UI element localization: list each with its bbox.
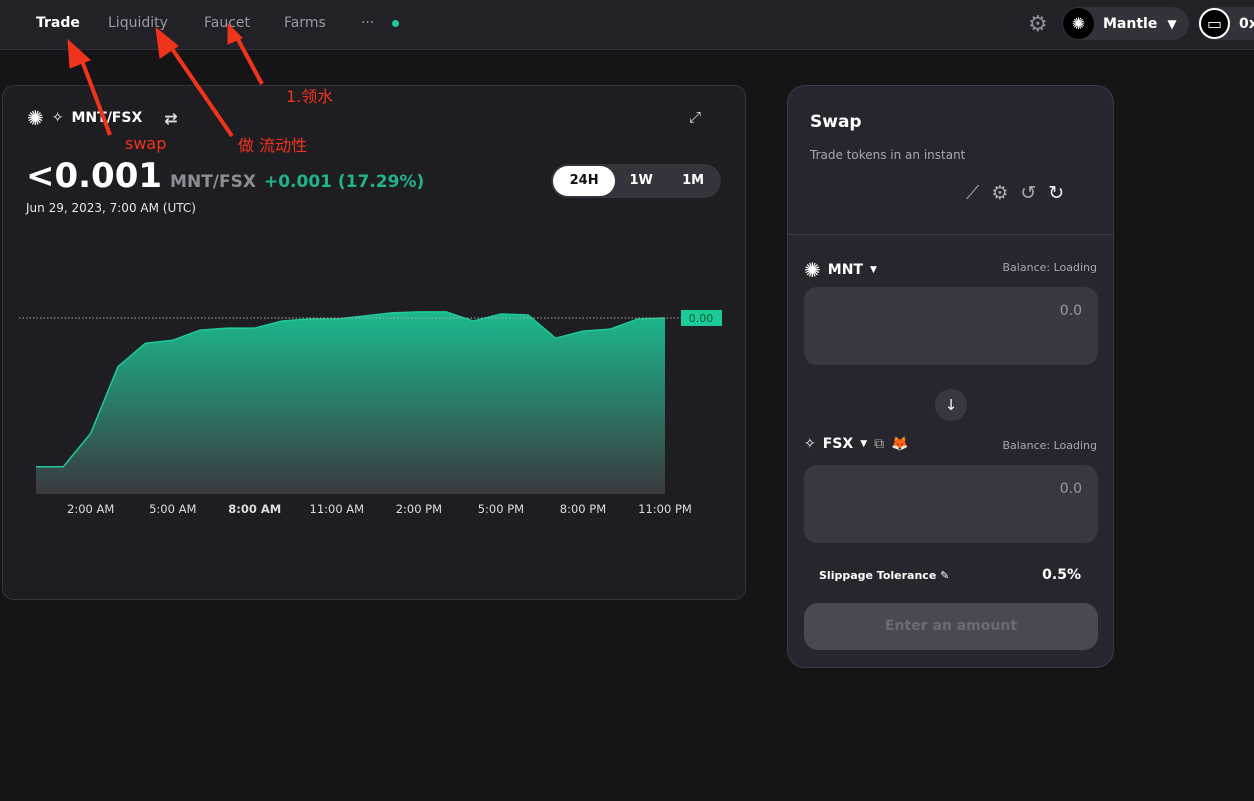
top-nav: Trade Liquidity Faucet Farms ··· ⚙ ✺ Man…: [0, 0, 1254, 50]
slippage-text: Slippage Tolerance: [819, 569, 937, 582]
current-price-label: 0.00: [689, 312, 714, 325]
to-amount-input[interactable]: 0.0: [804, 465, 1098, 543]
slippage-label: Slippage Tolerance ✎: [819, 569, 949, 582]
slippage-value: 0.5%: [1042, 567, 1081, 583]
copy-icon[interactable]: ⧉: [874, 436, 884, 452]
from-amount-input[interactable]: 0.0: [804, 287, 1098, 365]
from-token: MNT: [827, 262, 863, 278]
enter-amount-button[interactable]: Enter an amount: [804, 603, 1098, 650]
nav-farms[interactable]: Farms: [284, 15, 326, 31]
x-tick-label: 8:00 AM: [228, 502, 281, 516]
x-tick-label: 11:00 AM: [310, 502, 365, 516]
nav-liquidity[interactable]: Liquidity: [108, 15, 168, 31]
mantle-logo-icon: ✺: [1063, 8, 1094, 39]
annotation-swap: swap: [125, 134, 167, 153]
divider: [788, 234, 1113, 235]
x-tick-label: 11:00 PM: [638, 502, 692, 516]
settings-icon[interactable]: ⚙: [991, 182, 1008, 204]
x-tick-label: 5:00 PM: [478, 502, 524, 516]
to-token: FSX: [822, 436, 854, 452]
nav-faucet[interactable]: Faucet: [204, 15, 250, 31]
chart-card: ✺ ✧ MNT/FSX ⇄ ⤢ <0.001 MNT/FSX +0.001 (1…: [2, 85, 746, 600]
from-token-selector[interactable]: ✺ MNT ▼: [804, 258, 877, 282]
price-area: [36, 311, 665, 494]
to-token-selector[interactable]: ✧ FSX ▼ ⧉ 🦊: [804, 436, 909, 452]
swap-title: Swap: [810, 112, 862, 132]
switch-direction-button[interactable]: ↓: [935, 389, 967, 421]
x-tick-label: 2:00 AM: [67, 502, 114, 516]
edit-icon[interactable]: ✎: [940, 569, 949, 582]
network-name: Mantle: [1103, 15, 1158, 32]
nav-trade[interactable]: Trade: [36, 15, 80, 31]
to-balance: Balance: Loading: [1002, 439, 1097, 452]
refresh-icon[interactable]: ↻: [1048, 182, 1064, 204]
fsx-logo-icon: ✧: [804, 436, 816, 452]
price-chart: 0.00 2:00 AM 5:00 AM 8:00 AM 11:00 AM 2:00 PM…: [19, 309, 722, 516]
wallet-button[interactable]: ▭ 0x: [1198, 7, 1254, 40]
chevron-down-icon: ▼: [1167, 16, 1177, 31]
x-tick-label: 5:00 AM: [149, 502, 196, 516]
chart-toggle-icon[interactable]: ⟋: [966, 182, 979, 204]
x-tick-label: 2:00 PM: [396, 502, 442, 516]
status-dot: [392, 20, 399, 27]
wallet-icon: ▭: [1199, 8, 1230, 39]
swap-panel: Swap Trade tokens in an instant ⟋ ⚙ ↺ ↻ …: [787, 85, 1114, 668]
network-selector[interactable]: ✺ Mantle ▼: [1062, 7, 1189, 40]
annotation-liquidity: 做 流动性: [238, 136, 308, 155]
caret-down-icon: ▼: [860, 439, 868, 449]
caret-down-icon: ▼: [869, 265, 877, 275]
annotation-faucet: 1.领水: [286, 87, 334, 106]
history-icon[interactable]: ↺: [1020, 182, 1036, 204]
swap-subtitle: Trade tokens in an instant: [810, 148, 966, 162]
x-tick-label: 8:00 PM: [560, 502, 606, 516]
wallet-address: 0x: [1239, 15, 1254, 32]
nav-more[interactable]: ···: [361, 15, 374, 31]
metamask-icon[interactable]: 🦊: [891, 436, 908, 452]
mantle-logo-icon: ✺: [804, 258, 821, 282]
from-balance: Balance: Loading: [1002, 261, 1097, 274]
gear-icon[interactable]: ⚙: [1028, 12, 1048, 37]
